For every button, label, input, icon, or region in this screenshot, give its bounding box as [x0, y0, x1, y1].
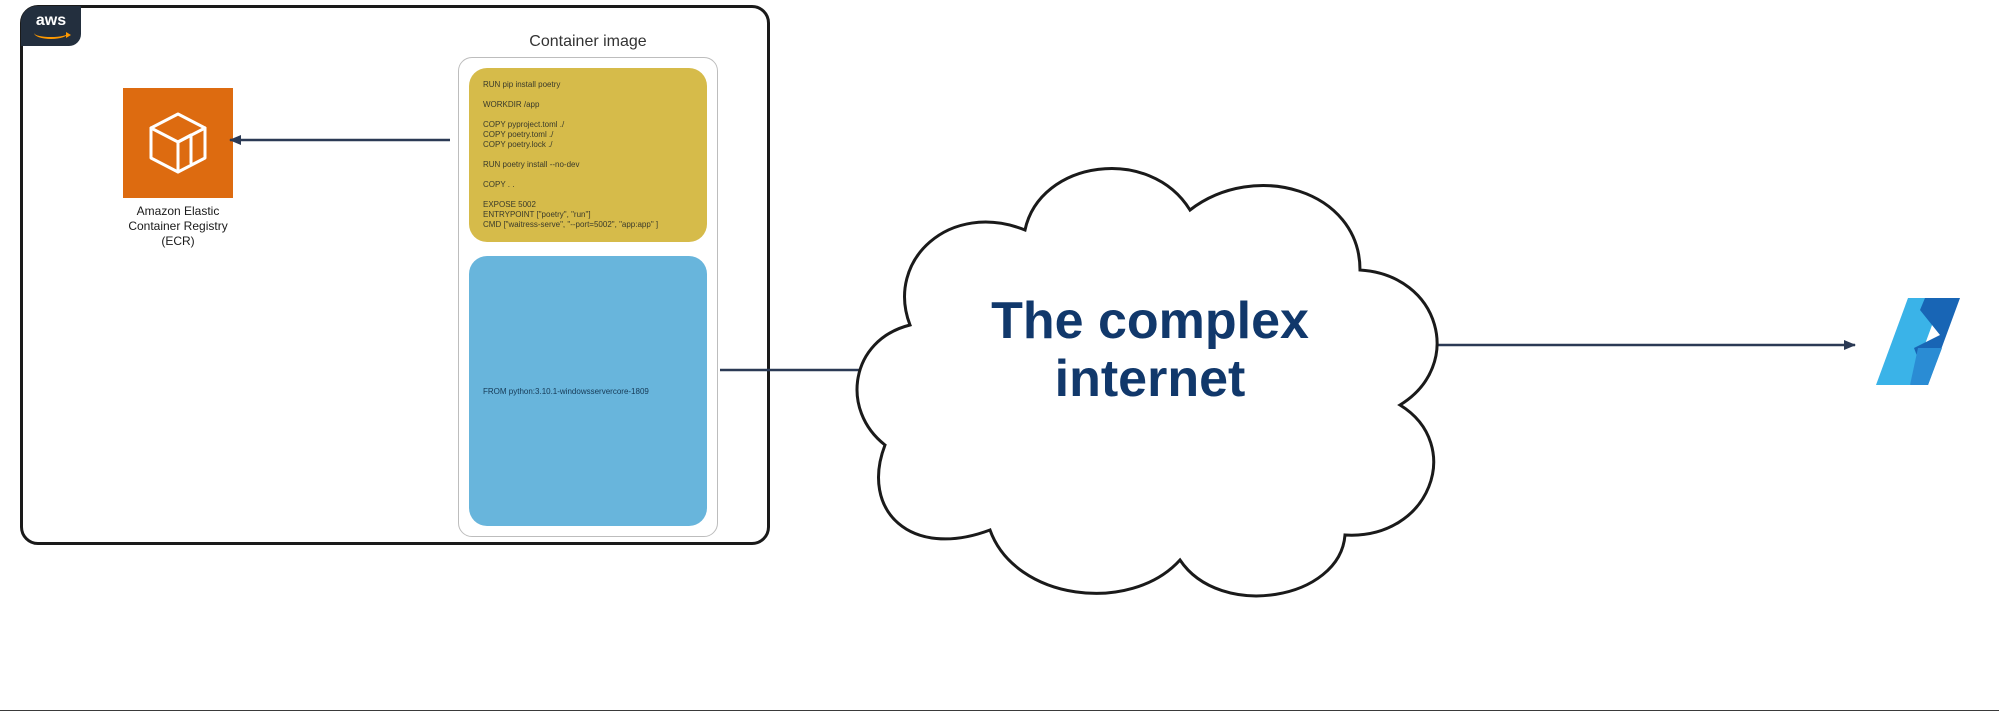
ecr-caption-line2: (ECR)	[118, 234, 238, 249]
container-image-box: RUN pip install poetry WORKDIR /app COPY…	[458, 57, 718, 537]
ecr-caption-line1: Amazon Elastic Container Registry	[118, 204, 238, 234]
container-image-group: Container image RUN pip install poetry W…	[458, 33, 718, 537]
aws-region-frame: aws Amazon Elastic Container Registry (E…	[20, 5, 770, 545]
internet-cloud: The complex internet	[840, 90, 1460, 610]
bottom-divider	[0, 710, 1999, 711]
dockerfile-layer-bottom: FROM python:3.10.1-windowsservercore-180…	[469, 256, 707, 526]
dockerfile-layer-top: RUN pip install poetry WORKDIR /app COPY…	[469, 68, 707, 242]
container-image-title: Container image	[458, 33, 718, 51]
cloud-label: The complex internet	[991, 292, 1309, 408]
ecr-caption: Amazon Elastic Container Registry (ECR)	[118, 204, 238, 249]
aws-logo-badge: aws	[21, 6, 81, 46]
aws-smile-icon	[34, 27, 68, 39]
ecr-icon	[123, 88, 233, 198]
ecr-box-icon	[143, 108, 213, 178]
ecr-service: Amazon Elastic Container Registry (ECR)	[118, 88, 238, 249]
azure-logo-icon	[1870, 290, 1970, 390]
